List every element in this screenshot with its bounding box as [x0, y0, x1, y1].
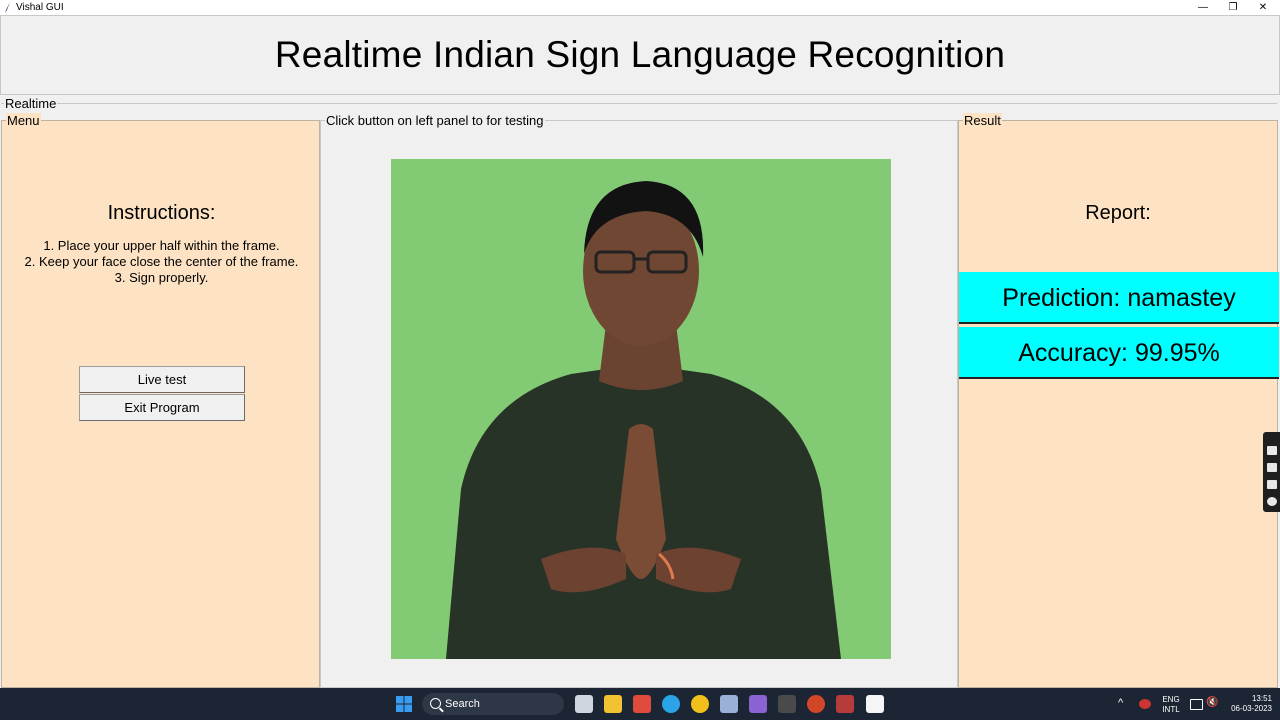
search-placeholder: Search — [445, 698, 480, 710]
minimize-button[interactable]: — — [1188, 0, 1218, 15]
menu-panel: Menu Instructions: 1. Place your upper h… — [1, 113, 321, 688]
window-icon[interactable] — [1267, 480, 1277, 489]
page-title: Realtime Indian Sign Language Recognitio… — [274, 34, 1006, 75]
window-titlebar: Vishal GUI — ❐ ✕ — [0, 0, 1280, 15]
camera-icon[interactable] — [1267, 446, 1277, 455]
gear-icon[interactable] — [1267, 497, 1277, 506]
language-indicator[interactable]: ENG INTL — [1160, 695, 1182, 715]
floating-capture-toolbar — [1263, 432, 1280, 512]
clock-time: 13:51 — [1251, 694, 1272, 703]
exit-program-button[interactable]: Exit Program — [79, 394, 245, 421]
feather-app-icon — [5, 2, 10, 13]
terminal-icon[interactable] — [778, 695, 796, 713]
clock[interactable]: 13:51 06-03-2023 — [1226, 694, 1272, 714]
chrome-browser-icon[interactable] — [691, 695, 709, 713]
taskbar: Search ^ ENG INTL 🔇 13:51 06-03-2023 — [0, 688, 1280, 720]
prediction-label: Prediction: namastey — [959, 272, 1279, 324]
edge-browser-icon[interactable] — [662, 695, 680, 713]
tray-overflow-button[interactable]: ^ — [1118, 698, 1123, 709]
app-icon[interactable] — [633, 695, 651, 713]
header-frame: Realtime Indian Sign Language Recognitio… — [0, 15, 1280, 95]
sign-preview-image — [391, 159, 891, 659]
result-panel: Result Report: Prediction: namastey Accu… — [958, 113, 1279, 688]
video-panel: Click button on left panel to for testin… — [320, 113, 958, 688]
tray-app-icon[interactable] — [1139, 699, 1151, 709]
clock-date: 06-03-2023 — [1231, 704, 1272, 713]
taskbar-search[interactable]: Search — [422, 693, 564, 715]
live-test-button[interactable]: Live test — [79, 366, 245, 393]
video-panel-label: Click button on left panel to for testin… — [325, 113, 545, 128]
close-button[interactable]: ✕ — [1248, 0, 1278, 15]
video-editor-icon[interactable] — [749, 695, 767, 713]
instruction-item: 1. Place your upper half within the fram… — [43, 238, 280, 253]
window-title: Vishal GUI — [16, 2, 64, 13]
realtime-group-label: Realtime — [4, 96, 58, 111]
search-icon — [430, 698, 441, 709]
keyboard-layout: INTL — [1162, 705, 1180, 714]
instruction-item: 2. Keep your face close the center of th… — [24, 254, 299, 269]
notepad-icon[interactable] — [866, 695, 884, 713]
volume-muted-icon[interactable]: 🔇 — [1206, 698, 1218, 708]
windows-start-icon[interactable] — [395, 695, 413, 713]
accuracy-label: Accuracy: 99.95% — [959, 327, 1279, 379]
report-title: Report: — [1085, 202, 1151, 224]
instruction-item: 3. Sign properly. — [114, 270, 209, 285]
menu-panel-label: Menu — [6, 113, 41, 128]
task-view-icon[interactable] — [575, 695, 593, 713]
snipping-tool-icon[interactable] — [720, 695, 738, 713]
result-panel-label: Result — [963, 113, 1002, 128]
video-icon[interactable] — [1267, 463, 1277, 472]
instructions-list: 1. Place your upper half within the fram… — [2, 238, 321, 286]
maximize-button[interactable]: ❐ — [1218, 0, 1248, 15]
archive-app-icon[interactable] — [836, 695, 854, 713]
language-code: ENG — [1162, 695, 1180, 704]
instructions-title: Instructions: — [107, 202, 216, 224]
network-icon[interactable] — [1190, 699, 1203, 710]
file-explorer-icon[interactable] — [604, 695, 622, 713]
powerpoint-icon[interactable] — [807, 695, 825, 713]
